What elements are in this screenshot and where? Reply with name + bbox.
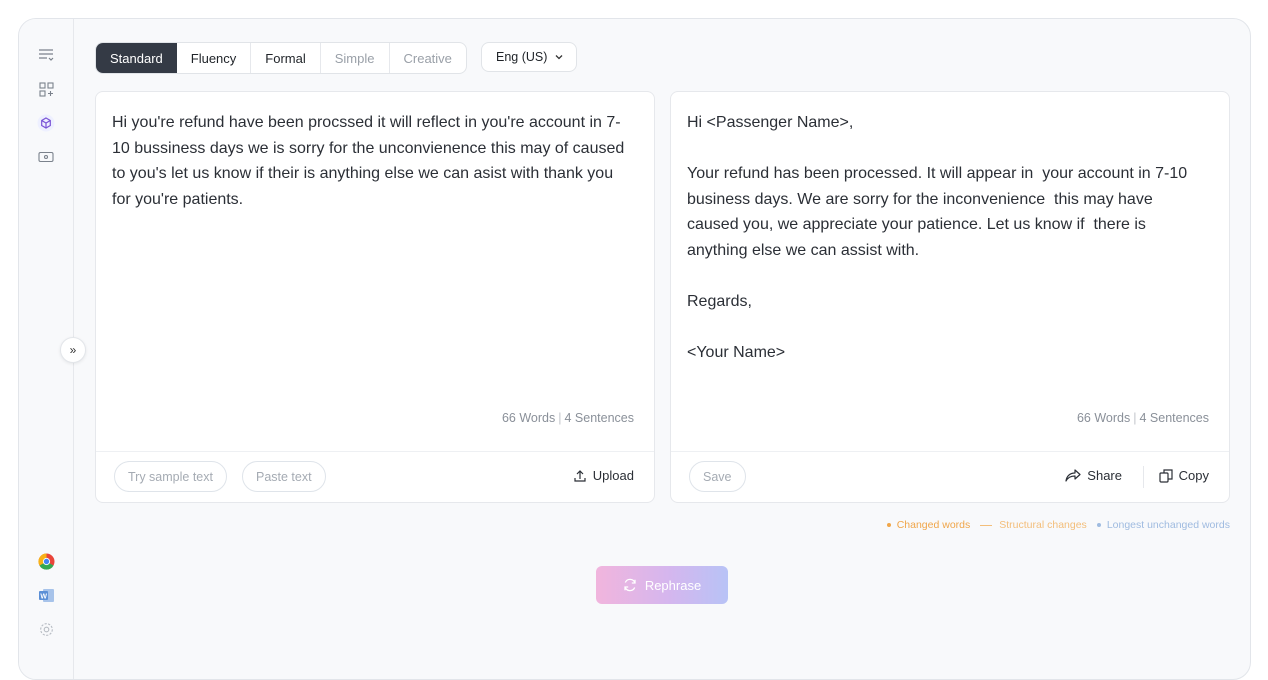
app-frame: W » Standard Fluency Formal Simple Creat…: [18, 18, 1251, 680]
legend-unchanged-dot: [1096, 523, 1101, 527]
cube-icon[interactable]: [35, 112, 57, 134]
input-sentence-count: 4 Sentences: [564, 411, 635, 425]
action-divider: [1143, 466, 1144, 488]
upload-button[interactable]: Upload: [573, 468, 634, 483]
legend-changed-words: Changed words: [886, 519, 970, 531]
upload-icon: [574, 469, 586, 482]
share-label: Share: [1087, 468, 1122, 483]
chrome-icon[interactable]: [35, 550, 57, 572]
input-word-counter: 66 Words | 4 Sentences: [501, 411, 635, 425]
share-button[interactable]: Share: [1065, 468, 1122, 483]
input-footer: Try sample text Paste text Upload: [96, 451, 654, 503]
output-word-counter: 66 Words | 4 Sentences: [1076, 411, 1210, 425]
expand-sidebar-button[interactable]: »: [60, 337, 86, 363]
mode-creative[interactable]: Creative: [390, 43, 466, 73]
output-footer: Save Share Copy: [671, 451, 1229, 503]
word-icon[interactable]: W: [35, 584, 57, 606]
media-card-icon[interactable]: [35, 146, 57, 168]
mode-simple[interactable]: Simple: [321, 43, 390, 73]
mode-fluency[interactable]: Fluency: [177, 43, 252, 73]
double-chevron-right-icon: »: [69, 343, 77, 357]
language-value: Eng (US): [496, 50, 548, 64]
copy-button[interactable]: Copy: [1159, 468, 1209, 483]
language-dropdown[interactable]: Eng (US): [481, 42, 577, 72]
output-panel: Hi <Passenger Name>, Your refund has bee…: [670, 91, 1230, 503]
rephrase-button[interactable]: Rephrase: [596, 566, 728, 604]
output-word-count: 66 Words: [1076, 411, 1131, 425]
mode-standard[interactable]: Standard: [96, 43, 177, 73]
paste-text-button[interactable]: Paste text: [242, 461, 326, 492]
legend-unchanged-words: Longest unchanged words: [1096, 519, 1230, 531]
mode-formal[interactable]: Formal: [251, 43, 321, 73]
output-text: Hi <Passenger Name>, Your refund has bee…: [687, 114, 1188, 362]
legend-changed-dot: [886, 523, 891, 527]
save-button[interactable]: Save: [689, 461, 746, 492]
input-textarea[interactable]: Hi you're refund have been procssed it w…: [112, 110, 630, 212]
paraphrase-tool-icon[interactable]: [35, 44, 57, 66]
chevron-down-icon: [555, 55, 563, 60]
svg-text:W: W: [40, 593, 47, 600]
input-word-count: 66 Words: [501, 411, 556, 425]
mode-selector: Standard Fluency Formal Simple Creative: [95, 42, 467, 74]
refresh-icon: [624, 578, 636, 592]
share-icon: [1065, 469, 1081, 482]
output-sentence-count: 4 Sentences: [1139, 411, 1210, 425]
copy-icon: [1159, 468, 1173, 483]
legend-structural-changes: Structural changes: [980, 519, 1087, 531]
try-sample-text-button[interactable]: Try sample text: [114, 461, 227, 492]
input-panel: Hi you're refund have been procssed it w…: [95, 91, 655, 503]
change-legend: Changed words Structural changes Longest…: [877, 519, 1230, 531]
settings-gear-icon[interactable]: [35, 618, 57, 640]
apps-grid-icon[interactable]: [35, 78, 57, 100]
upload-label: Upload: [592, 468, 634, 483]
rephrase-label: Rephrase: [644, 577, 702, 593]
copy-label: Copy: [1178, 468, 1209, 483]
legend-structural-dash: [980, 524, 993, 526]
